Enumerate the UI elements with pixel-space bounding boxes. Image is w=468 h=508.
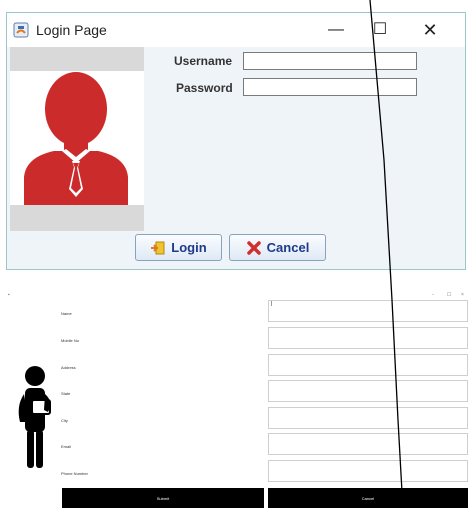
app-menu-icon: ▪ [8,292,10,298]
username-field[interactable] [243,52,417,70]
submit-button[interactable]: Submit [62,488,264,508]
phone-label: Phone Number [61,471,88,476]
login-arrow-icon [151,241,165,254]
cancel-button[interactable]: Cancel [229,234,326,261]
username-label: Username [174,54,233,68]
login-window: Login Page — ☐ ✕ Username Password Login… [6,12,466,270]
password-label: Password [176,81,233,95]
maximize-button[interactable]: ☐ [367,17,393,43]
window-title: Login Page [36,22,107,38]
email-field[interactable] [268,433,468,455]
reg-maximize-button[interactable]: ☐ [447,292,451,298]
address-label: Address [61,365,76,370]
mobile-label: Mobile No [61,338,80,343]
titlebar: Login Page — ☐ ✕ [7,13,465,47]
reg-minimize-button[interactable]: - [432,292,434,298]
state-label: State [61,391,71,396]
registration-window: ▪ - ☐ × Name Mobile No Address State Cit… [0,288,468,508]
person-figure-icon [18,366,51,468]
login-button[interactable]: Login [135,234,222,261]
phone-field[interactable] [268,460,468,482]
login-button-label: Login [171,240,207,255]
avatar-panel [10,47,144,231]
avatar-image-area [10,71,144,205]
name-label: Name [61,311,72,316]
minimize-button[interactable]: — [323,17,349,43]
cancel-button-label: Cancel [266,240,310,255]
java-app-icon [13,22,29,38]
reg-cancel-button[interactable]: Cancel [268,488,468,508]
mobile-field[interactable] [268,327,468,349]
city-field[interactable] [268,407,468,429]
state-field[interactable] [268,380,468,402]
password-field[interactable] [243,78,417,96]
name-field[interactable]: | [268,300,468,322]
close-button[interactable]: ✕ [417,17,443,43]
user-avatar-icon [24,72,128,205]
email-label: Email [61,444,72,449]
cancel-x-icon [246,240,261,255]
address-field[interactable] [268,354,468,376]
reg-close-button[interactable]: × [461,292,464,298]
city-label: City [61,418,68,423]
